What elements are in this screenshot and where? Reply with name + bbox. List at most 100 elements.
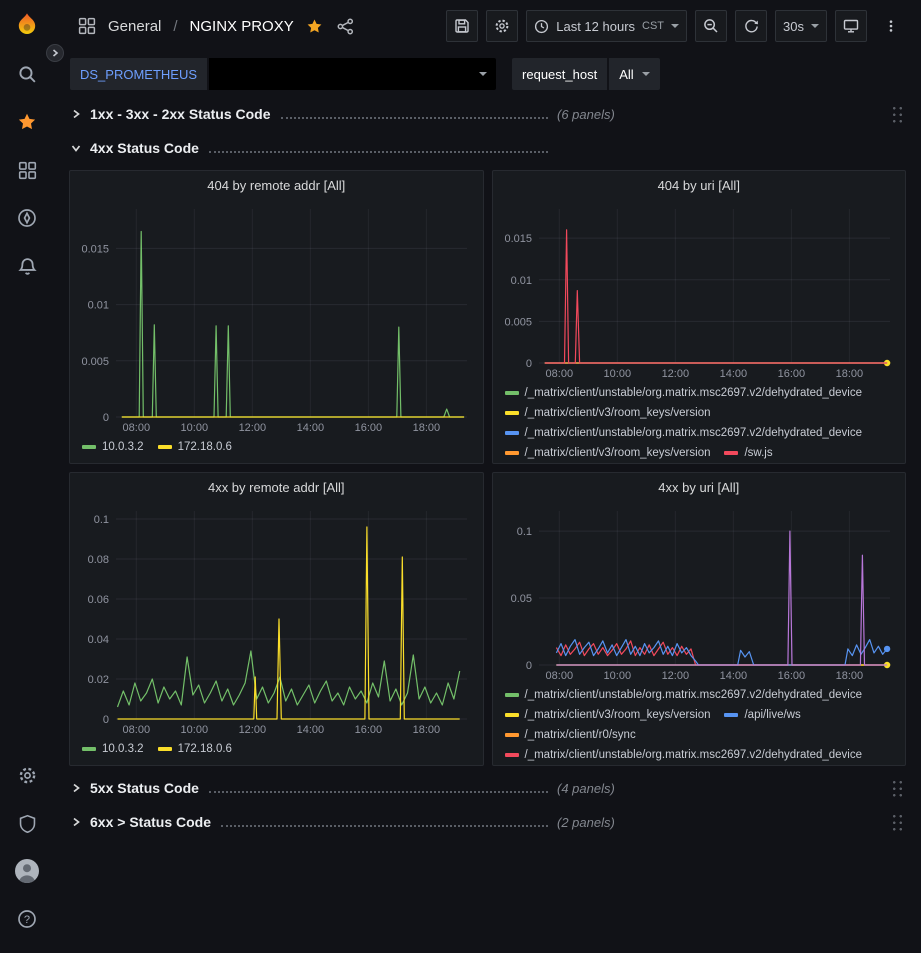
legend-item[interactable]: 10.0.3.2 [82,440,144,454]
sidebar-item-alerting[interactable] [0,242,54,290]
chart-canvas[interactable]: 08:0010:0012:0014:0016:0018:0000.0050.01… [493,199,906,381]
share-icon [337,18,354,35]
dashboard-scroll-area: 1xx - 3xx - 2xx Status Code (6 panels) 4… [54,96,921,953]
chevron-right-icon [69,109,83,119]
topbar-actions: Last 12 hours CST 30s [446,10,907,42]
chart-legend: /_matrix/client/unstable/org.matrix.msc2… [493,683,906,766]
legend-item[interactable]: /_matrix/client/unstable/org.matrix.msc2… [505,426,863,440]
row-header-4xx[interactable]: 4xx Status Code [69,134,906,162]
request-host-select[interactable]: All [609,58,659,90]
legend-item[interactable]: /_matrix/client/v3/room_keys/version [505,446,711,460]
sidebar: ? [0,0,54,953]
legend-swatch [82,747,96,751]
datasource-select[interactable] [209,58,496,90]
panel-title[interactable]: 4xx by uri [All] [493,473,906,501]
legend-swatch [505,753,519,757]
breadcrumb-dashboard-title[interactable]: NGINX PROXY [190,18,294,35]
dotted-leader [281,109,548,119]
legend-item[interactable]: /_matrix/client/unstable/org.matrix.msc2… [505,386,863,400]
svg-text:10:00: 10:00 [603,670,631,682]
zoom-out-button[interactable] [695,10,727,42]
svg-text:0: 0 [103,714,109,726]
topbar: General / NGINX PROXY [54,0,921,52]
refresh-interval-dropdown[interactable]: 30s [775,10,827,42]
sidebar-item-explore[interactable] [0,194,54,242]
refresh-button[interactable] [735,10,767,42]
tv-mode-button[interactable] [835,10,867,42]
legend-item[interactable]: /api/live/ws [724,708,800,722]
share-button[interactable] [335,16,356,37]
sidebar-item-help[interactable]: ? [0,895,54,943]
row-header-5xx[interactable]: 5xx Status Code (4 panels) [69,774,906,802]
row-drag-handle[interactable] [891,779,904,798]
dashboard-settings-button[interactable] [486,10,518,42]
breadcrumb-section[interactable]: General [108,18,161,35]
legend-item[interactable]: 172.18.0.6 [158,742,232,756]
gear-icon [494,18,510,34]
dotted-leader [221,817,548,827]
panel-title[interactable]: 404 by remote addr [All] [70,171,483,199]
dotted-leader [209,143,548,153]
svg-text:10:00: 10:00 [603,368,631,380]
chart-canvas[interactable]: 08:0010:0012:0014:0016:0018:0000.020.040… [70,501,483,737]
legend-item[interactable]: /_matrix/client/unstable/org.matrix.msc2… [505,688,863,702]
timeseries-chart: 08:0010:0012:0014:0016:0018:0000.0050.01… [493,199,906,381]
legend-item[interactable]: /_matrix/client/v3/room_keys/version [505,708,711,722]
panel-4xx-by-remote-addr: 4xx by remote addr [All] 08:0010:0012:00… [69,472,484,766]
row-panel-count: (4 panels) [557,781,615,796]
save-dashboard-button[interactable] [446,10,478,42]
legend-item[interactable]: /_matrix/client/unstable/org.matrix.msc2… [505,748,863,762]
svg-text:18:00: 18:00 [835,670,863,682]
svg-text:?: ? [24,914,30,926]
sidebar-item-search[interactable] [0,50,54,98]
more-options-button[interactable] [875,10,907,42]
svg-text:18:00: 18:00 [835,368,863,380]
dotted-leader [209,783,548,793]
main-area: General / NGINX PROXY [54,0,921,953]
svg-text:14:00: 14:00 [297,724,325,736]
svg-text:0.02: 0.02 [88,674,109,686]
request-host-variable: request_host All [512,58,660,90]
legend-item[interactable]: 10.0.3.2 [82,742,144,756]
panel-404-by-uri: 404 by uri [All] 08:0010:0012:0014:0016:… [492,170,907,464]
sidebar-item-server-admin[interactable] [0,799,54,847]
sidebar-expand-button[interactable] [46,44,64,62]
legend-item[interactable]: /_matrix/client/v3/room_keys/version [505,406,711,420]
row-title-group: 4xx Status Code [83,140,557,156]
row-drag-handle[interactable] [891,813,904,832]
svg-text:0: 0 [103,412,109,424]
zoom-out-icon [703,18,719,34]
avatar [14,858,40,884]
sidebar-item-profile[interactable] [0,847,54,895]
grafana-logo[interactable] [10,8,44,42]
legend-item[interactable]: /sw.js [724,446,772,460]
svg-text:0.01: 0.01 [510,275,531,287]
legend-label: /_matrix/client/unstable/org.matrix.msc2… [525,386,863,400]
sidebar-item-dashboards[interactable] [0,146,54,194]
row-header-1xx-3xx-2xx[interactable]: 1xx - 3xx - 2xx Status Code (6 panels) [69,100,906,128]
chevron-down-icon [642,72,650,76]
svg-text:0.005: 0.005 [504,316,532,328]
favorite-star-button[interactable] [304,16,325,37]
row-header-6xx[interactable]: 6xx > Status Code (2 panels) [69,808,906,836]
legend-item[interactable]: /_matrix/client/r0/sync [505,728,636,742]
sidebar-item-starred[interactable] [0,98,54,146]
legend-label: 10.0.3.2 [102,742,144,756]
chart-canvas[interactable]: 08:0010:0012:0014:0016:0018:0000.0050.01… [70,199,483,435]
chevron-right-icon [69,817,83,827]
row-drag-handle[interactable] [891,105,904,124]
chevron-down-icon [671,24,679,28]
time-range-picker[interactable]: Last 12 hours CST [526,10,687,42]
panel-title[interactable]: 4xx by remote addr [All] [70,473,483,501]
apps-icon [76,15,98,37]
svg-text:08:00: 08:00 [545,368,573,380]
grafana-app: ? General / NGINX PROXY [0,0,921,953]
chart-canvas[interactable]: 08:0010:0012:0014:0016:0018:0000.050.1 [493,501,906,683]
legend-item[interactable]: 172.18.0.6 [158,440,232,454]
chevron-down-icon [69,143,83,153]
clock-icon [534,19,549,34]
row-panel-count: (6 panels) [557,107,615,122]
sidebar-item-configuration[interactable] [0,751,54,799]
svg-text:08:00: 08:00 [123,422,151,434]
panel-title[interactable]: 404 by uri [All] [493,171,906,199]
